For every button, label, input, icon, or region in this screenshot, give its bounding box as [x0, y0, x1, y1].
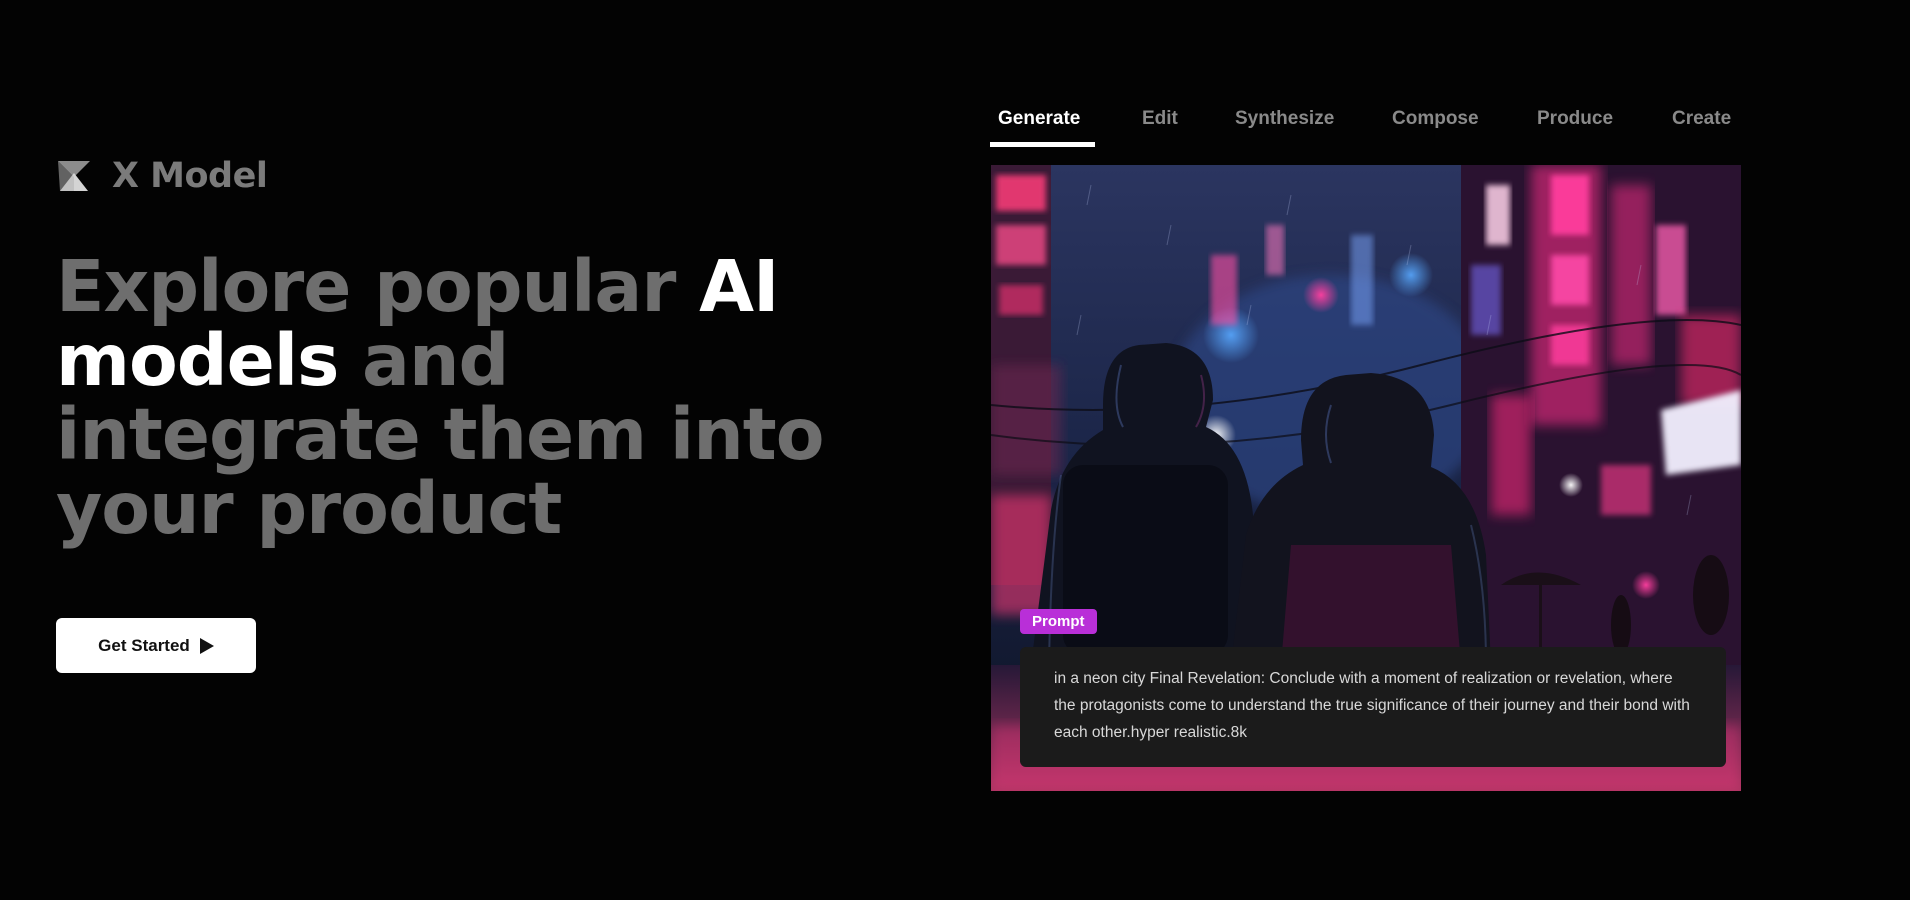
play-icon — [199, 637, 214, 654]
brand[interactable]: X Model — [58, 156, 268, 196]
model-tabs: Generate Edit Synthesize Compose Produce… — [990, 108, 1735, 147]
prompt-text: in a neon city Final Revelation: Conclud… — [1054, 670, 1690, 741]
active-tab-indicator — [990, 142, 1095, 147]
hero-headline: Explore popular AI models and integrate … — [56, 250, 876, 546]
get-started-label: Get Started — [98, 635, 190, 655]
get-started-button[interactable]: Get Started — [56, 618, 256, 673]
tab-create[interactable]: Create — [1672, 108, 1731, 130]
brand-name: X Model — [112, 156, 268, 196]
landing-page: X Model Explore popular AI models and in… — [0, 0, 1910, 900]
tab-compose[interactable]: Compose — [1392, 108, 1479, 130]
tab-generate[interactable]: Generate — [998, 108, 1080, 130]
tab-synthesize[interactable]: Synthesize — [1235, 108, 1334, 130]
tab-produce[interactable]: Produce — [1537, 108, 1613, 130]
hourglass-logo-icon — [58, 161, 90, 191]
prompt-tag: Prompt — [1020, 609, 1097, 634]
prompt-box: in a neon city Final Revelation: Conclud… — [1020, 647, 1726, 767]
showcase-panel: Prompt in a neon city Final Revelation: … — [991, 165, 1741, 791]
tab-edit[interactable]: Edit — [1142, 108, 1178, 130]
headline-part: Explore popular — [56, 245, 700, 328]
